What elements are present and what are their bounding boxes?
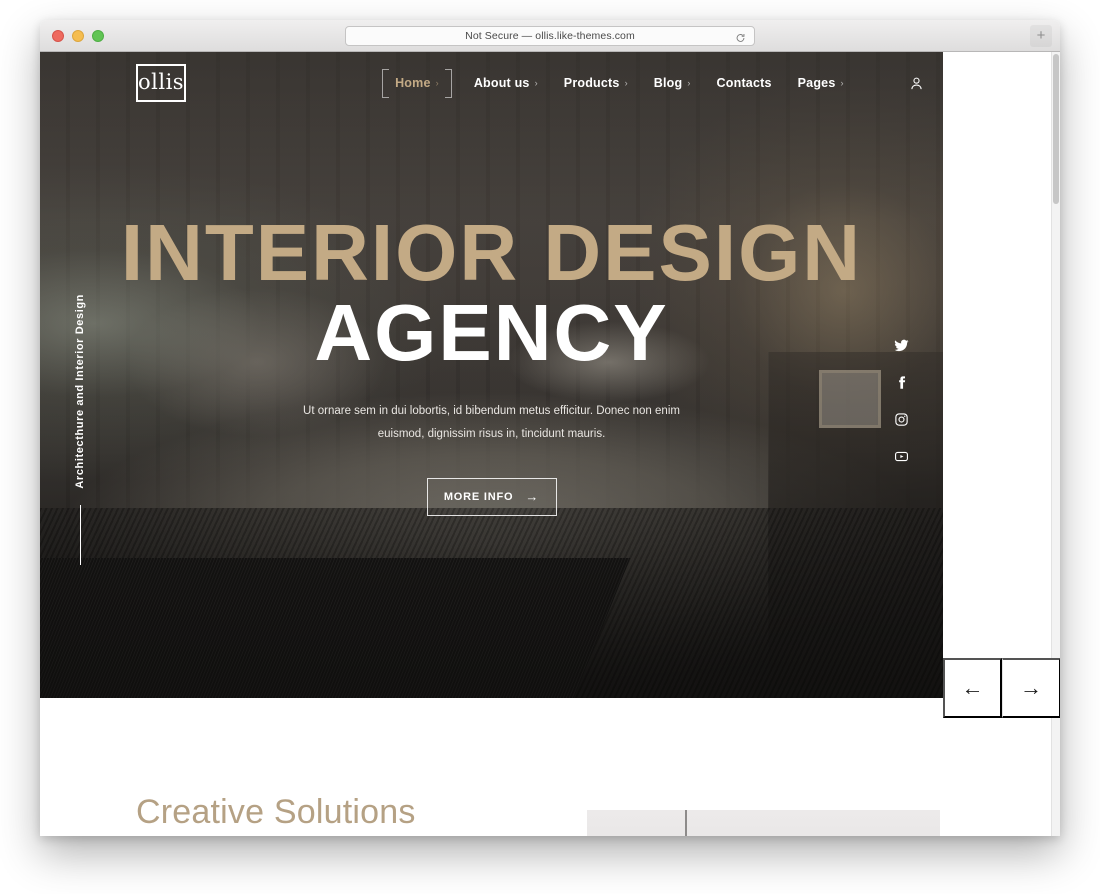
vertical-divider <box>79 504 81 565</box>
section-heading: Creative Solutions by Professional Desig… <box>136 791 568 836</box>
site-header: ollis Home › About us › Products › Blog … <box>40 52 943 114</box>
slider-next-button[interactable]: → <box>1002 658 1060 718</box>
nav-label: Home <box>395 76 431 90</box>
scrollbar-thumb[interactable] <box>1052 54 1059 204</box>
nav-item-blog[interactable]: Blog › <box>654 76 691 90</box>
hero-title-line-1: INTERIOR DESIGN <box>120 208 863 297</box>
more-info-label: MORE INFO <box>443 490 514 503</box>
header-tools: 0 <box>908 74 943 92</box>
logo-text: ollis <box>138 69 185 94</box>
maximize-window-button[interactable] <box>92 29 104 42</box>
nav-item-products[interactable]: Products › <box>564 76 628 90</box>
hero-slider: ollis Home › About us › Products › Blog … <box>40 52 943 698</box>
nav-label: About us <box>473 76 530 90</box>
close-window-button[interactable] <box>52 29 64 42</box>
site-logo[interactable]: ollis <box>136 64 187 102</box>
chevron-right-icon: › <box>624 78 628 88</box>
nav-label: Blog <box>653 76 683 90</box>
nav-item-home[interactable]: Home › <box>382 69 452 98</box>
new-tab-button[interactable]: + <box>1030 24 1052 47</box>
window-controls[interactable] <box>52 29 104 42</box>
url-text: Not Secure — ollis.like-themes.com <box>465 29 635 42</box>
slider-prev-button[interactable]: ← <box>943 658 1002 718</box>
minimize-window-button[interactable] <box>72 29 84 42</box>
vertical-tagline: Architecthure and Interior Design <box>74 294 86 565</box>
chevron-right-icon: › <box>534 78 538 88</box>
youtube-icon[interactable] <box>894 449 909 464</box>
browser-toolbar: Not Secure — ollis.like-themes.com + <box>40 20 1060 52</box>
chevron-right-icon: › <box>840 78 844 88</box>
nav-item-about-us[interactable]: About us › <box>474 76 538 90</box>
vertical-tagline-text: Architecthure and Interior Design <box>74 294 86 489</box>
chevron-right-icon: › <box>435 78 439 88</box>
nav-label: Contacts <box>716 76 772 90</box>
more-info-button[interactable]: MORE INFO → <box>426 477 557 516</box>
pendant-lamp-photo <box>587 810 940 836</box>
twitter-icon[interactable] <box>894 338 909 353</box>
nav-item-pages[interactable]: Pages › <box>798 76 844 90</box>
page-scrollbar[interactable] <box>1051 52 1060 836</box>
browser-window: Not Secure — ollis.like-themes.com + oll… <box>40 20 1060 836</box>
address-bar[interactable]: Not Secure — ollis.like-themes.com <box>345 25 755 46</box>
hero-title-line-2: AGENCY <box>314 288 669 378</box>
hero-content: INTERIOR DESIGN AGENCY Ut ornare sem in … <box>40 208 943 516</box>
slider-navigation: ← → <box>943 658 1060 718</box>
nav-label: Pages <box>797 76 836 90</box>
reload-icon[interactable] <box>735 30 746 42</box>
lamp-cord-decor <box>685 810 687 836</box>
arrow-right-icon: → <box>525 489 540 505</box>
page-viewport: ollis Home › About us › Products › Blog … <box>40 52 1060 836</box>
nav-item-contacts[interactable]: Contacts <box>717 76 772 90</box>
creative-solutions-section: Creative Solutions by Professional Desig… <box>40 698 1060 836</box>
section-heading-line-2: by Professional Designers <box>136 835 568 836</box>
social-links <box>894 338 909 464</box>
account-button[interactable] <box>908 75 925 92</box>
section-heading-line-1: Creative Solutions <box>136 793 416 831</box>
nav-label: Products <box>563 76 620 90</box>
main-navigation: Home › About us › Products › Blog › Cont… <box>382 69 844 98</box>
hero-subtitle: Ut ornare sem in dui lobortis, id bibend… <box>303 404 680 440</box>
instagram-icon[interactable] <box>894 412 909 427</box>
chevron-right-icon: › <box>687 78 691 88</box>
facebook-icon[interactable] <box>894 375 909 390</box>
